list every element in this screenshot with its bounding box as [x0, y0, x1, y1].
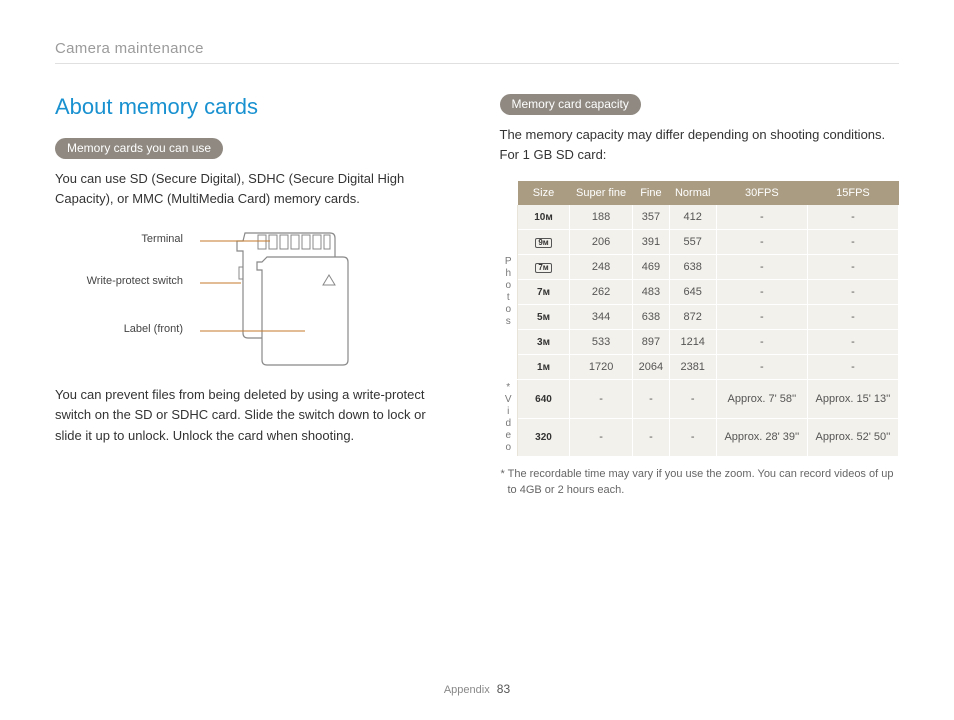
table-row: 9ᴍ206391557-- [500, 230, 899, 255]
col-header: Normal [669, 181, 716, 205]
value-cell: 391 [633, 230, 669, 255]
value-cell: - [716, 230, 807, 255]
value-cell: 1214 [669, 330, 716, 355]
table-head: SizeSuper fineFineNormal30FPS15FPS [500, 181, 899, 205]
col-header: 15FPS [807, 181, 898, 205]
table-row: 3ᴍ5338971214-- [500, 330, 899, 355]
value-cell: - [807, 230, 898, 255]
sd-card-illustration [55, 225, 375, 375]
col-header: Fine [633, 181, 669, 205]
value-cell: - [669, 380, 716, 419]
value-cell: - [716, 355, 807, 380]
size-cell: 1ᴍ [518, 355, 570, 380]
footer-label: Appendix [444, 684, 490, 696]
size-cell: 9ᴍ [518, 230, 570, 255]
value-cell: 412 [669, 205, 716, 230]
value-cell: - [807, 280, 898, 305]
value-cell: 262 [570, 280, 633, 305]
value-cell: - [807, 330, 898, 355]
value-cell: - [716, 205, 807, 230]
size-cell: 640 [518, 380, 570, 419]
value-cell: 557 [669, 230, 716, 255]
table-row: 320---Approx. 28' 39''Approx. 52' 50'' [500, 418, 899, 457]
value-cell: - [716, 330, 807, 355]
value-cell: 188 [570, 205, 633, 230]
table-row: * Video640---Approx. 7' 58''Approx. 15' … [500, 380, 899, 419]
value-cell: - [716, 280, 807, 305]
divider [55, 63, 899, 64]
value-cell: 638 [633, 305, 669, 330]
capacity-table: SizeSuper fineFineNormal30FPS15FPS Photo… [500, 181, 900, 457]
table-row: 7ᴍ248469638-- [500, 255, 899, 280]
value-cell: - [807, 305, 898, 330]
value-cell: - [633, 380, 669, 419]
value-cell: - [807, 205, 898, 230]
value-cell: - [570, 380, 633, 419]
value-cell: 645 [669, 280, 716, 305]
value-cell: 483 [633, 280, 669, 305]
right-column: Memory card capacity The memory capacity… [500, 94, 900, 498]
value-cell: 872 [669, 305, 716, 330]
value-cell: - [716, 305, 807, 330]
value-cell: - [633, 418, 669, 457]
section-header: Camera maintenance [55, 40, 899, 57]
subsection-pill-capacity: Memory card capacity [500, 94, 641, 115]
value-cell: - [807, 255, 898, 280]
value-cell: - [807, 355, 898, 380]
row-group-label: Photos [500, 205, 518, 380]
table-row: 7ᴍ262483645-- [500, 280, 899, 305]
size-cell: 3ᴍ [518, 330, 570, 355]
value-cell: 2381 [669, 355, 716, 380]
value-cell: - [570, 418, 633, 457]
page-number: 83 [497, 682, 510, 696]
left-column: About memory cards Memory cards you can … [55, 94, 455, 498]
value-cell: 897 [633, 330, 669, 355]
size-cell: 7ᴍ [518, 280, 570, 305]
page-title: About memory cards [55, 94, 455, 120]
table-row: Photos10ᴍ188357412-- [500, 205, 899, 230]
size-cell: 7ᴍ [518, 255, 570, 280]
row-group-label: * Video [500, 380, 518, 457]
capacity-table-wrap: SizeSuper fineFineNormal30FPS15FPS Photo… [500, 181, 900, 457]
col-header: Size [518, 181, 570, 205]
value-cell: 469 [633, 255, 669, 280]
size-cell: 320 [518, 418, 570, 457]
size-cell: 10ᴍ [518, 205, 570, 230]
value-cell: 206 [570, 230, 633, 255]
table-row: 5ᴍ344638872-- [500, 305, 899, 330]
footnote: * The recordable time may vary if you us… [500, 467, 900, 498]
value-cell: 357 [633, 205, 669, 230]
value-cell: - [716, 255, 807, 280]
value-cell: - [669, 418, 716, 457]
page-footer: Appendix 83 [0, 682, 954, 696]
paragraph-write-protect: You can prevent files from being deleted… [55, 385, 455, 445]
size-cell: 5ᴍ [518, 305, 570, 330]
paragraph-usable-cards: You can use SD (Secure Digital), SDHC (S… [55, 169, 455, 209]
value-cell: Approx. 7' 58'' [716, 380, 807, 419]
value-cell: 1720 [570, 355, 633, 380]
value-cell: Approx. 52' 50'' [807, 418, 898, 457]
content-columns: About memory cards Memory cards you can … [55, 94, 899, 498]
value-cell: 248 [570, 255, 633, 280]
callout-write-protect: Write-protect switch [73, 275, 183, 287]
value-cell: Approx. 28' 39'' [716, 418, 807, 457]
col-header: Super fine [570, 181, 633, 205]
callout-label-front: Label (front) [73, 323, 183, 335]
table-row: 1ᴍ172020642381-- [500, 355, 899, 380]
value-cell: 638 [669, 255, 716, 280]
value-cell: 2064 [633, 355, 669, 380]
value-cell: 533 [570, 330, 633, 355]
col-header: 30FPS [716, 181, 807, 205]
value-cell: 344 [570, 305, 633, 330]
value-cell: Approx. 15' 13'' [807, 380, 898, 419]
subsection-pill-cards-usable: Memory cards you can use [55, 138, 223, 159]
paragraph-capacity-intro: The memory capacity may differ depending… [500, 125, 900, 165]
sd-card-diagram: Terminal Write-protect switch Label (fro… [55, 225, 375, 375]
callout-terminal: Terminal [73, 233, 183, 245]
